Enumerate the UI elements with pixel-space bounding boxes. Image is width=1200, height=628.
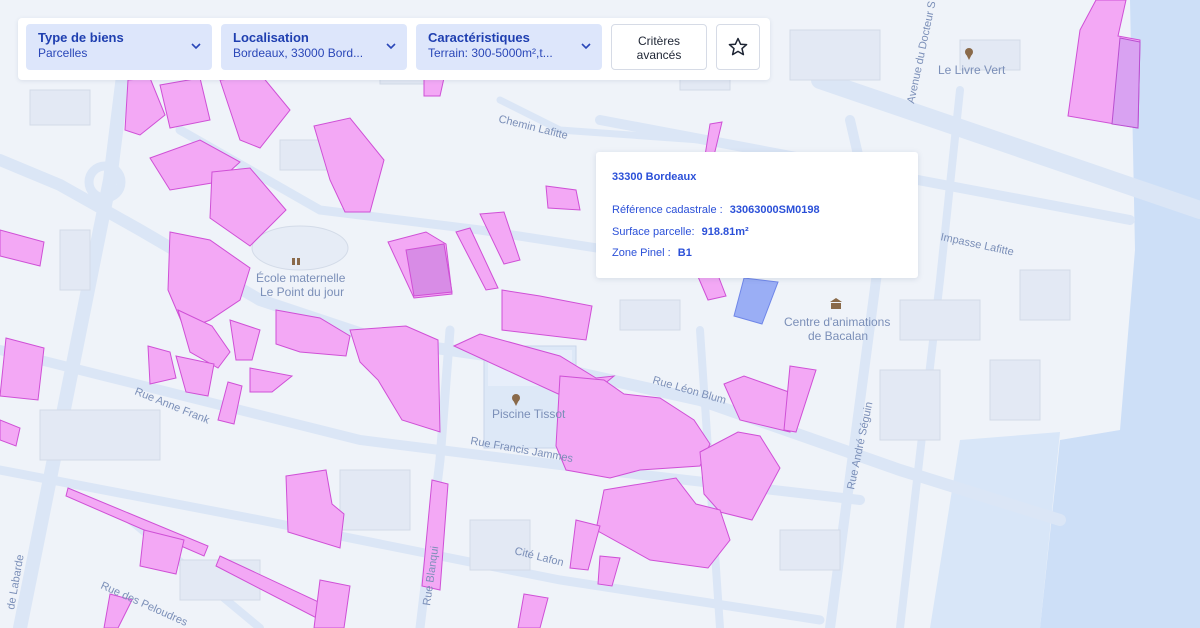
filter-toolbar: Type de biens Parcelles Localisation Bor… bbox=[18, 18, 770, 80]
chevron-down-icon bbox=[191, 43, 201, 50]
filter-value: Parcelles bbox=[38, 46, 88, 60]
popup-zone-row: Zone Pinel : B1 bbox=[612, 247, 692, 259]
map-canvas[interactable]: École maternelle Le Point du jour Piscin… bbox=[0, 0, 1200, 628]
filter-value: Bordeaux, 33000 Bord... bbox=[233, 46, 364, 60]
filter-caracteristiques[interactable]: Caractéristiques Terrain: 300-5000m²,t..… bbox=[416, 24, 602, 70]
parcel-info-popup: 33300 Bordeaux Référence cadastrale : 33… bbox=[596, 152, 918, 278]
chevron-down-icon bbox=[581, 43, 591, 50]
filter-title: Localisation bbox=[233, 30, 309, 45]
filter-localisation[interactable]: Localisation Bordeaux, 33000 Bord... bbox=[221, 24, 407, 70]
advanced-label-line2: avancés bbox=[636, 48, 682, 62]
selected-parcel[interactable] bbox=[405, 243, 453, 297]
reference-label: Référence cadastrale : bbox=[612, 204, 723, 216]
surface-value: 918.81m² bbox=[701, 226, 749, 238]
place-label-bacalan: de Bacalan bbox=[808, 329, 868, 343]
advanced-label-line1: Critères bbox=[637, 34, 680, 48]
surface-label: Surface parcelle: bbox=[612, 226, 695, 238]
chevron-down-icon bbox=[386, 43, 396, 50]
star-icon bbox=[728, 37, 748, 56]
filter-type-de-biens[interactable]: Type de biens Parcelles bbox=[26, 24, 212, 70]
filter-title: Caractéristiques bbox=[428, 30, 530, 45]
advanced-criteria-button[interactable]: Critères avancés bbox=[611, 24, 707, 70]
place-label-point-du-jour: Le Point du jour bbox=[260, 285, 344, 299]
place-label-centre: Centre d'animations bbox=[784, 315, 890, 329]
popup-reference-row: Référence cadastrale : 33063000SM0198 bbox=[612, 204, 820, 216]
place-label-piscine: Piscine Tissot bbox=[492, 407, 566, 421]
filter-title: Type de biens bbox=[38, 30, 124, 45]
favorite-button[interactable] bbox=[716, 24, 760, 70]
reference-value: 33063000SM0198 bbox=[729, 204, 820, 216]
zone-value: B1 bbox=[677, 247, 692, 259]
place-label-livre-vert: Le Livre Vert bbox=[938, 63, 1006, 77]
place-label-ecole: École maternelle bbox=[256, 270, 346, 285]
popup-title: 33300 Bordeaux bbox=[612, 171, 697, 183]
zone-label: Zone Pinel : bbox=[612, 247, 671, 259]
filter-value: Terrain: 300-5000m²,t... bbox=[428, 46, 553, 60]
popup-surface-row: Surface parcelle: 918.81m² bbox=[612, 226, 749, 238]
